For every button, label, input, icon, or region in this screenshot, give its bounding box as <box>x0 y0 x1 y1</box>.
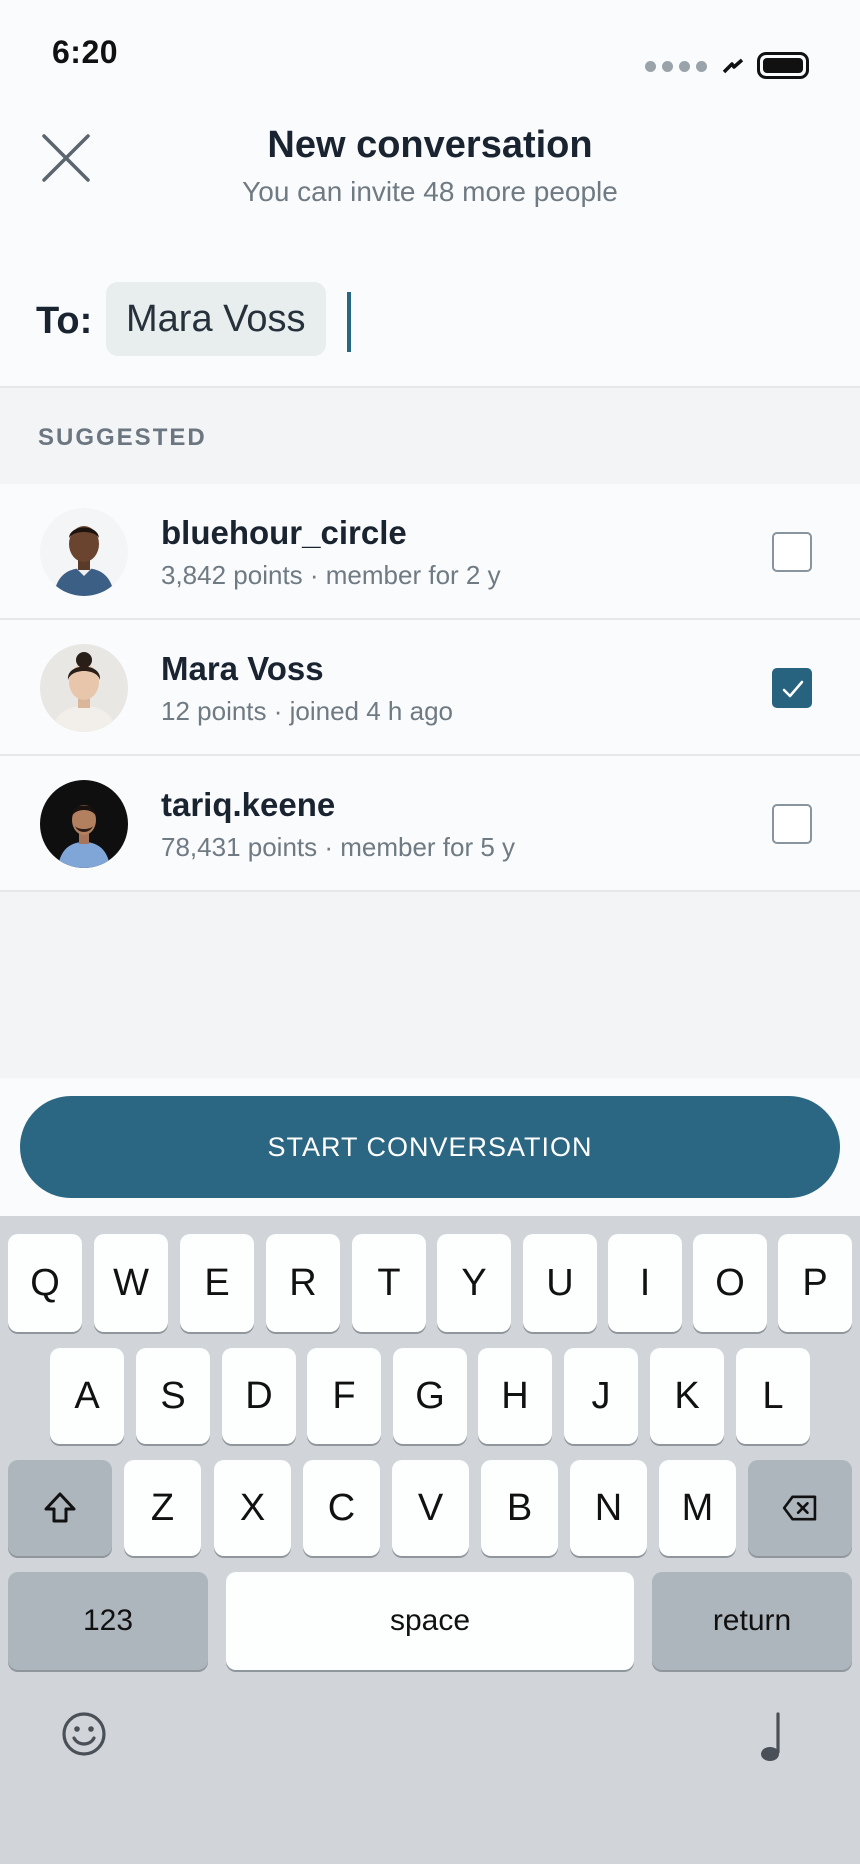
key-l[interactable]: L <box>736 1348 810 1444</box>
user-name: tariq.keene <box>161 786 336 823</box>
start-conversation-button[interactable]: START CONVERSATION <box>20 1096 840 1198</box>
user-meta: 3,842 points · member for 2 y <box>161 560 501 590</box>
shift-key[interactable] <box>8 1460 112 1556</box>
key-o[interactable]: O <box>693 1234 767 1332</box>
shift-icon <box>44 1492 76 1523</box>
invite-limit-text: You can invite 48 more people <box>242 176 618 207</box>
suggested-section-header: SUGGESTED <box>0 388 860 484</box>
user-meta: 78,431 points · member for 5 y <box>161 832 516 862</box>
avatar <box>40 780 128 868</box>
select-checkbox[interactable] <box>772 532 812 572</box>
key-h[interactable]: H <box>478 1348 552 1444</box>
key-w[interactable]: W <box>94 1234 168 1332</box>
recipient-chip[interactable]: Mara Voss <box>106 282 326 356</box>
key-y[interactable]: Y <box>437 1234 511 1332</box>
key-k[interactable]: K <box>650 1348 724 1444</box>
user-name: Mara Voss <box>161 650 324 687</box>
key-e[interactable]: E <box>180 1234 254 1332</box>
key-n[interactable]: N <box>570 1460 647 1556</box>
key-f[interactable]: F <box>307 1348 381 1444</box>
list-item[interactable]: Mara Voss 12 points · joined 4 h ago <box>0 620 860 756</box>
user-meta: 12 points · joined 4 h ago <box>161 696 453 726</box>
action-bar: START CONVERSATION <box>0 1078 860 1216</box>
battery-icon <box>757 52 809 79</box>
avatar <box>40 644 128 732</box>
backspace-key[interactable] <box>748 1460 852 1556</box>
key-u[interactable]: U <box>523 1234 597 1332</box>
key-r[interactable]: R <box>266 1234 340 1332</box>
key-q[interactable]: Q <box>8 1234 82 1332</box>
list-item[interactable]: tariq.keene 78,431 points · member for 5… <box>0 756 860 892</box>
key-c[interactable]: C <box>303 1460 380 1556</box>
text-cursor <box>347 292 351 352</box>
space-key[interactable]: space <box>226 1572 634 1670</box>
to-label: To: <box>36 300 93 342</box>
empty-area <box>0 892 860 1078</box>
key-a[interactable]: A <box>50 1348 124 1444</box>
key-b[interactable]: B <box>481 1460 558 1556</box>
header: New conversation You can invite 48 more … <box>0 96 860 236</box>
key-p[interactable]: P <box>778 1234 852 1332</box>
key-v[interactable]: V <box>392 1460 469 1556</box>
page-title: New conversation <box>267 124 593 166</box>
key-j[interactable]: J <box>564 1348 638 1444</box>
recipient-field[interactable]: To: Mara Voss <box>0 236 860 388</box>
charging-bolt-icon <box>722 58 744 74</box>
key-s[interactable]: S <box>136 1348 210 1444</box>
keyboard: Q W E R T Y U I O P A S D F G H J K L Z … <box>0 1216 860 1864</box>
key-i[interactable]: I <box>608 1234 682 1332</box>
status-bar: 6:20 <box>0 0 860 96</box>
user-name: bluehour_circle <box>161 514 407 551</box>
check-icon <box>782 680 804 698</box>
key-z[interactable]: Z <box>124 1460 201 1556</box>
backspace-icon <box>782 1495 817 1521</box>
status-time: 6:20 <box>52 34 119 70</box>
suggested-label: SUGGESTED <box>38 424 207 451</box>
signal-icon <box>645 61 707 72</box>
select-checkbox[interactable] <box>772 804 812 844</box>
list-item[interactable]: bluehour_circle 3,842 points · member fo… <box>0 484 860 620</box>
key-t[interactable]: T <box>352 1234 426 1332</box>
key-x[interactable]: X <box>214 1460 291 1556</box>
key-d[interactable]: D <box>222 1348 296 1444</box>
avatar <box>40 508 128 596</box>
numbers-key[interactable]: 123 <box>8 1572 208 1670</box>
dictation-icon[interactable] <box>752 1710 792 1764</box>
select-checkbox[interactable] <box>772 668 812 708</box>
suggested-user-list: bluehour_circle 3,842 points · member fo… <box>0 484 860 892</box>
emoji-icon[interactable] <box>60 1710 108 1758</box>
key-m[interactable]: M <box>659 1460 736 1556</box>
key-g[interactable]: G <box>393 1348 467 1444</box>
return-key[interactable]: return <box>652 1572 852 1670</box>
